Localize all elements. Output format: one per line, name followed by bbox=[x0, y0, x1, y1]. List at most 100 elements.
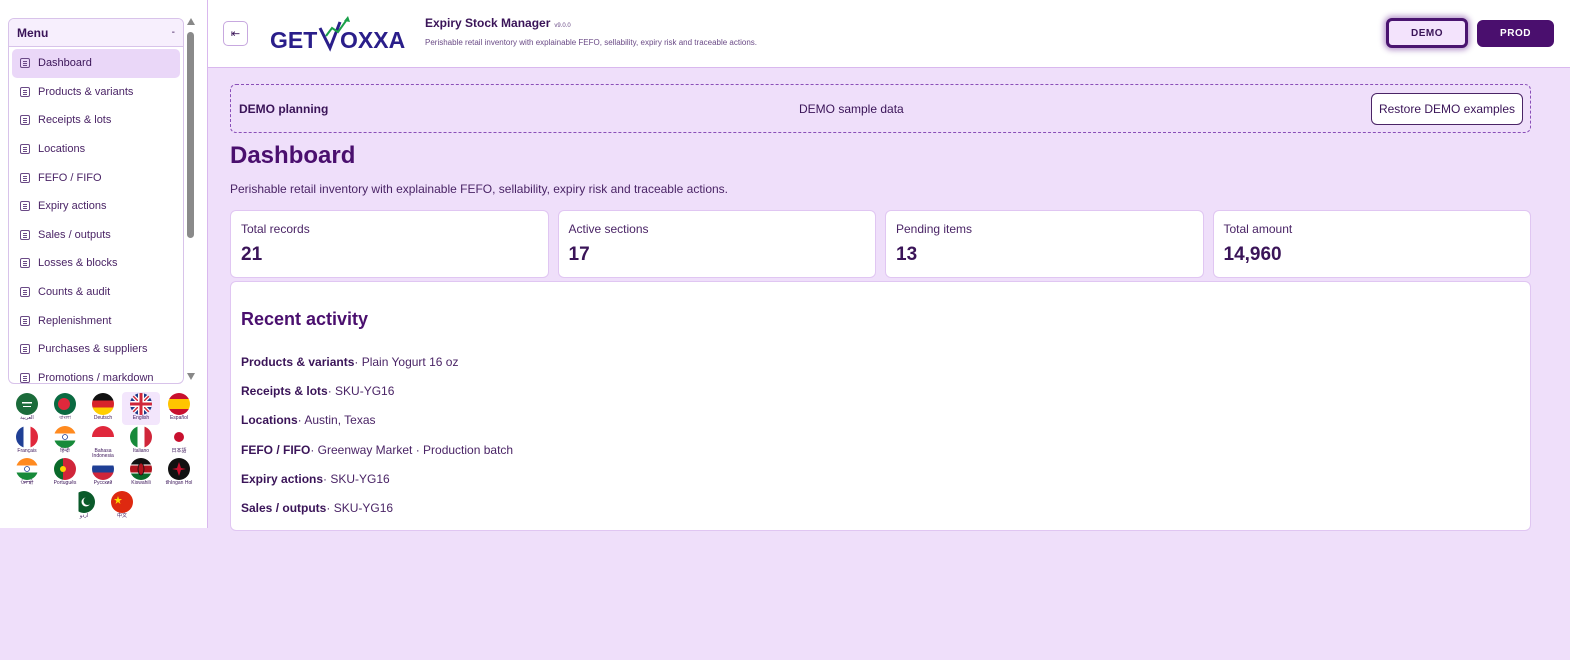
language-chinese[interactable]: 中文 bbox=[103, 490, 141, 523]
sidebar-toggle-button[interactable]: ⇤ bbox=[223, 21, 248, 46]
language-selector: العربية বাংলা Deutsch English Español Fr… bbox=[8, 392, 198, 522]
scroll-thumb[interactable] bbox=[187, 32, 194, 238]
language-bangla[interactable]: বাংলা bbox=[46, 392, 84, 425]
activity-detail: · SKU-YG16 bbox=[323, 471, 390, 486]
activity-section: FEFO / FIFO bbox=[241, 442, 311, 457]
language-label: বাংলা bbox=[59, 415, 71, 421]
activity-row: Locations · Austin, Texas bbox=[241, 406, 513, 435]
germany-flag-icon bbox=[92, 393, 114, 415]
menu-scrollbar[interactable] bbox=[186, 18, 196, 380]
sidebar-item-counts-audit[interactable]: Counts & audit bbox=[12, 278, 180, 307]
stat-card-total-amount: Total amount 14,960 bbox=[1212, 210, 1531, 278]
activity-section: Sales / outputs bbox=[241, 501, 327, 516]
language-italiano[interactable]: Italiano bbox=[122, 425, 160, 458]
sidebar-item-label: Locations bbox=[38, 143, 86, 156]
language-japanese[interactable]: 日本語 bbox=[160, 425, 198, 458]
stat-value: 17 bbox=[568, 244, 590, 265]
document-icon bbox=[20, 315, 30, 326]
stat-card-total-records: Total records 21 bbox=[230, 210, 549, 278]
language-punjabi[interactable]: ਪੰਜਾਬੀ bbox=[8, 457, 46, 490]
menu-title: Menu bbox=[17, 25, 49, 40]
sidebar-item-locations[interactable]: Locations bbox=[12, 135, 180, 164]
document-icon bbox=[20, 201, 30, 212]
kenya-flag-icon bbox=[130, 458, 152, 480]
united-kingdom-flag-icon bbox=[130, 393, 152, 415]
sidebar-item-fefo-fifo[interactable]: FEFO / FIFO bbox=[12, 163, 180, 192]
page-title: Dashboard bbox=[230, 142, 356, 169]
language-label: Kiswahili bbox=[131, 480, 151, 486]
language-arabic[interactable]: العربية bbox=[8, 392, 46, 425]
sidebar-item-promotions-markdown[interactable]: Promotions / markdown bbox=[12, 364, 180, 383]
klingon-flag-icon bbox=[168, 458, 190, 480]
pakistan-flag-icon bbox=[73, 490, 95, 513]
activity-detail: · SKU-YG16 bbox=[327, 383, 395, 398]
app-name: Expiry Stock Manager bbox=[425, 16, 551, 30]
language-hindi[interactable]: हिन्दी bbox=[46, 425, 84, 458]
language-label: Português bbox=[53, 480, 77, 486]
activity-list: Products & variants · Plain Yogurt 16 oz… bbox=[241, 347, 513, 523]
document-icon bbox=[20, 144, 30, 155]
stat-value: 13 bbox=[896, 244, 918, 265]
stat-label: Total records bbox=[241, 222, 310, 236]
activity-section: Products & variants bbox=[241, 354, 355, 369]
language-bahasa-indonesia[interactable]: Bahasa Indonesia bbox=[84, 425, 122, 458]
planning-label: DEMO planning bbox=[239, 102, 329, 116]
demo-environment-button[interactable]: DEMO bbox=[1386, 18, 1468, 48]
restore-demo-examples-button[interactable]: Restore DEMO examples bbox=[1371, 93, 1523, 125]
language-urdu[interactable]: اردو bbox=[65, 490, 103, 523]
sidebar-item-receipts-lots[interactable]: Receipts & lots bbox=[12, 106, 180, 135]
demo-planning-bar: DEMO planning DEMO sample data Restore D… bbox=[230, 84, 1531, 133]
language-label: Español bbox=[169, 415, 189, 421]
activity-row: Products & variants · Plain Yogurt 16 oz bbox=[241, 347, 513, 376]
page-description: Perishable retail inventory with explain… bbox=[230, 182, 729, 196]
menu-header[interactable]: Menu - bbox=[9, 19, 183, 47]
sidebar-item-products-variants[interactable]: Products & variants bbox=[12, 78, 180, 107]
collapse-sidebar-icon: ⇤ bbox=[230, 28, 241, 40]
activity-detail: · Greenway Market · Production batch bbox=[310, 442, 514, 457]
language-klingon[interactable]: tlhIngan Hol bbox=[160, 457, 198, 490]
language-russian[interactable]: Русский bbox=[84, 457, 122, 490]
language-label: Italiano bbox=[132, 447, 150, 454]
document-icon bbox=[20, 344, 30, 355]
sidebar-item-expiry-actions[interactable]: Expiry actions bbox=[12, 192, 180, 221]
language-deutsch[interactable]: Deutsch bbox=[84, 392, 122, 425]
activity-detail: · Plain Yogurt 16 oz bbox=[354, 354, 459, 369]
language-english[interactable]: English bbox=[122, 392, 160, 425]
sidebar-item-sales-outputs[interactable]: Sales / outputs bbox=[12, 221, 180, 250]
china-flag-icon bbox=[111, 490, 133, 513]
russia-flag-icon bbox=[92, 458, 114, 480]
menu-panel: Menu - Dashboard Products & variants Rec… bbox=[8, 18, 184, 384]
scroll-down-arrow-icon[interactable] bbox=[187, 373, 195, 380]
activity-section: Receipts & lots bbox=[241, 383, 328, 398]
logo-text-right: OXXA bbox=[340, 27, 405, 53]
scroll-up-arrow-icon[interactable] bbox=[187, 18, 195, 25]
stat-card-active-sections: Active sections 17 bbox=[557, 210, 876, 278]
app-version: v9.0.0 bbox=[554, 23, 571, 29]
prod-environment-button[interactable]: PROD bbox=[1477, 20, 1554, 47]
language-kiswahili[interactable]: Kiswahili bbox=[122, 457, 160, 490]
language-label: हिन्दी bbox=[60, 447, 70, 454]
sidebar-item-label: Dashboard bbox=[38, 57, 92, 70]
sidebar-item-purchases-suppliers[interactable]: Purchases & suppliers bbox=[12, 335, 180, 364]
collapse-icon[interactable]: - bbox=[172, 27, 175, 38]
document-icon bbox=[20, 372, 30, 383]
sample-data-label: DEMO sample data bbox=[799, 102, 904, 116]
sidebar-item-label: FEFO / FIFO bbox=[38, 171, 102, 184]
sidebar-item-losses-blocks[interactable]: Losses & blocks bbox=[12, 249, 180, 278]
activity-detail: · Austin, Texas bbox=[297, 413, 376, 428]
sidebar-item-label: Purchases & suppliers bbox=[38, 343, 148, 356]
activity-detail: · SKU-YG16 bbox=[326, 501, 394, 516]
language-espanol[interactable]: Español bbox=[160, 392, 198, 425]
document-icon bbox=[20, 229, 30, 240]
language-portugues[interactable]: Português bbox=[46, 457, 84, 490]
stat-label: Active sections bbox=[568, 222, 649, 236]
document-icon bbox=[20, 115, 30, 126]
sidebar-item-replenishment[interactable]: Replenishment bbox=[12, 306, 180, 335]
document-icon bbox=[20, 86, 30, 97]
bangladesh-flag-icon bbox=[54, 393, 76, 415]
stat-value: 14,960 bbox=[1223, 244, 1282, 265]
sidebar-item-dashboard[interactable]: Dashboard bbox=[12, 49, 180, 78]
activity-section: Expiry actions bbox=[241, 471, 324, 486]
spain-flag-icon bbox=[168, 393, 190, 415]
language-francais[interactable]: Français bbox=[8, 425, 46, 458]
